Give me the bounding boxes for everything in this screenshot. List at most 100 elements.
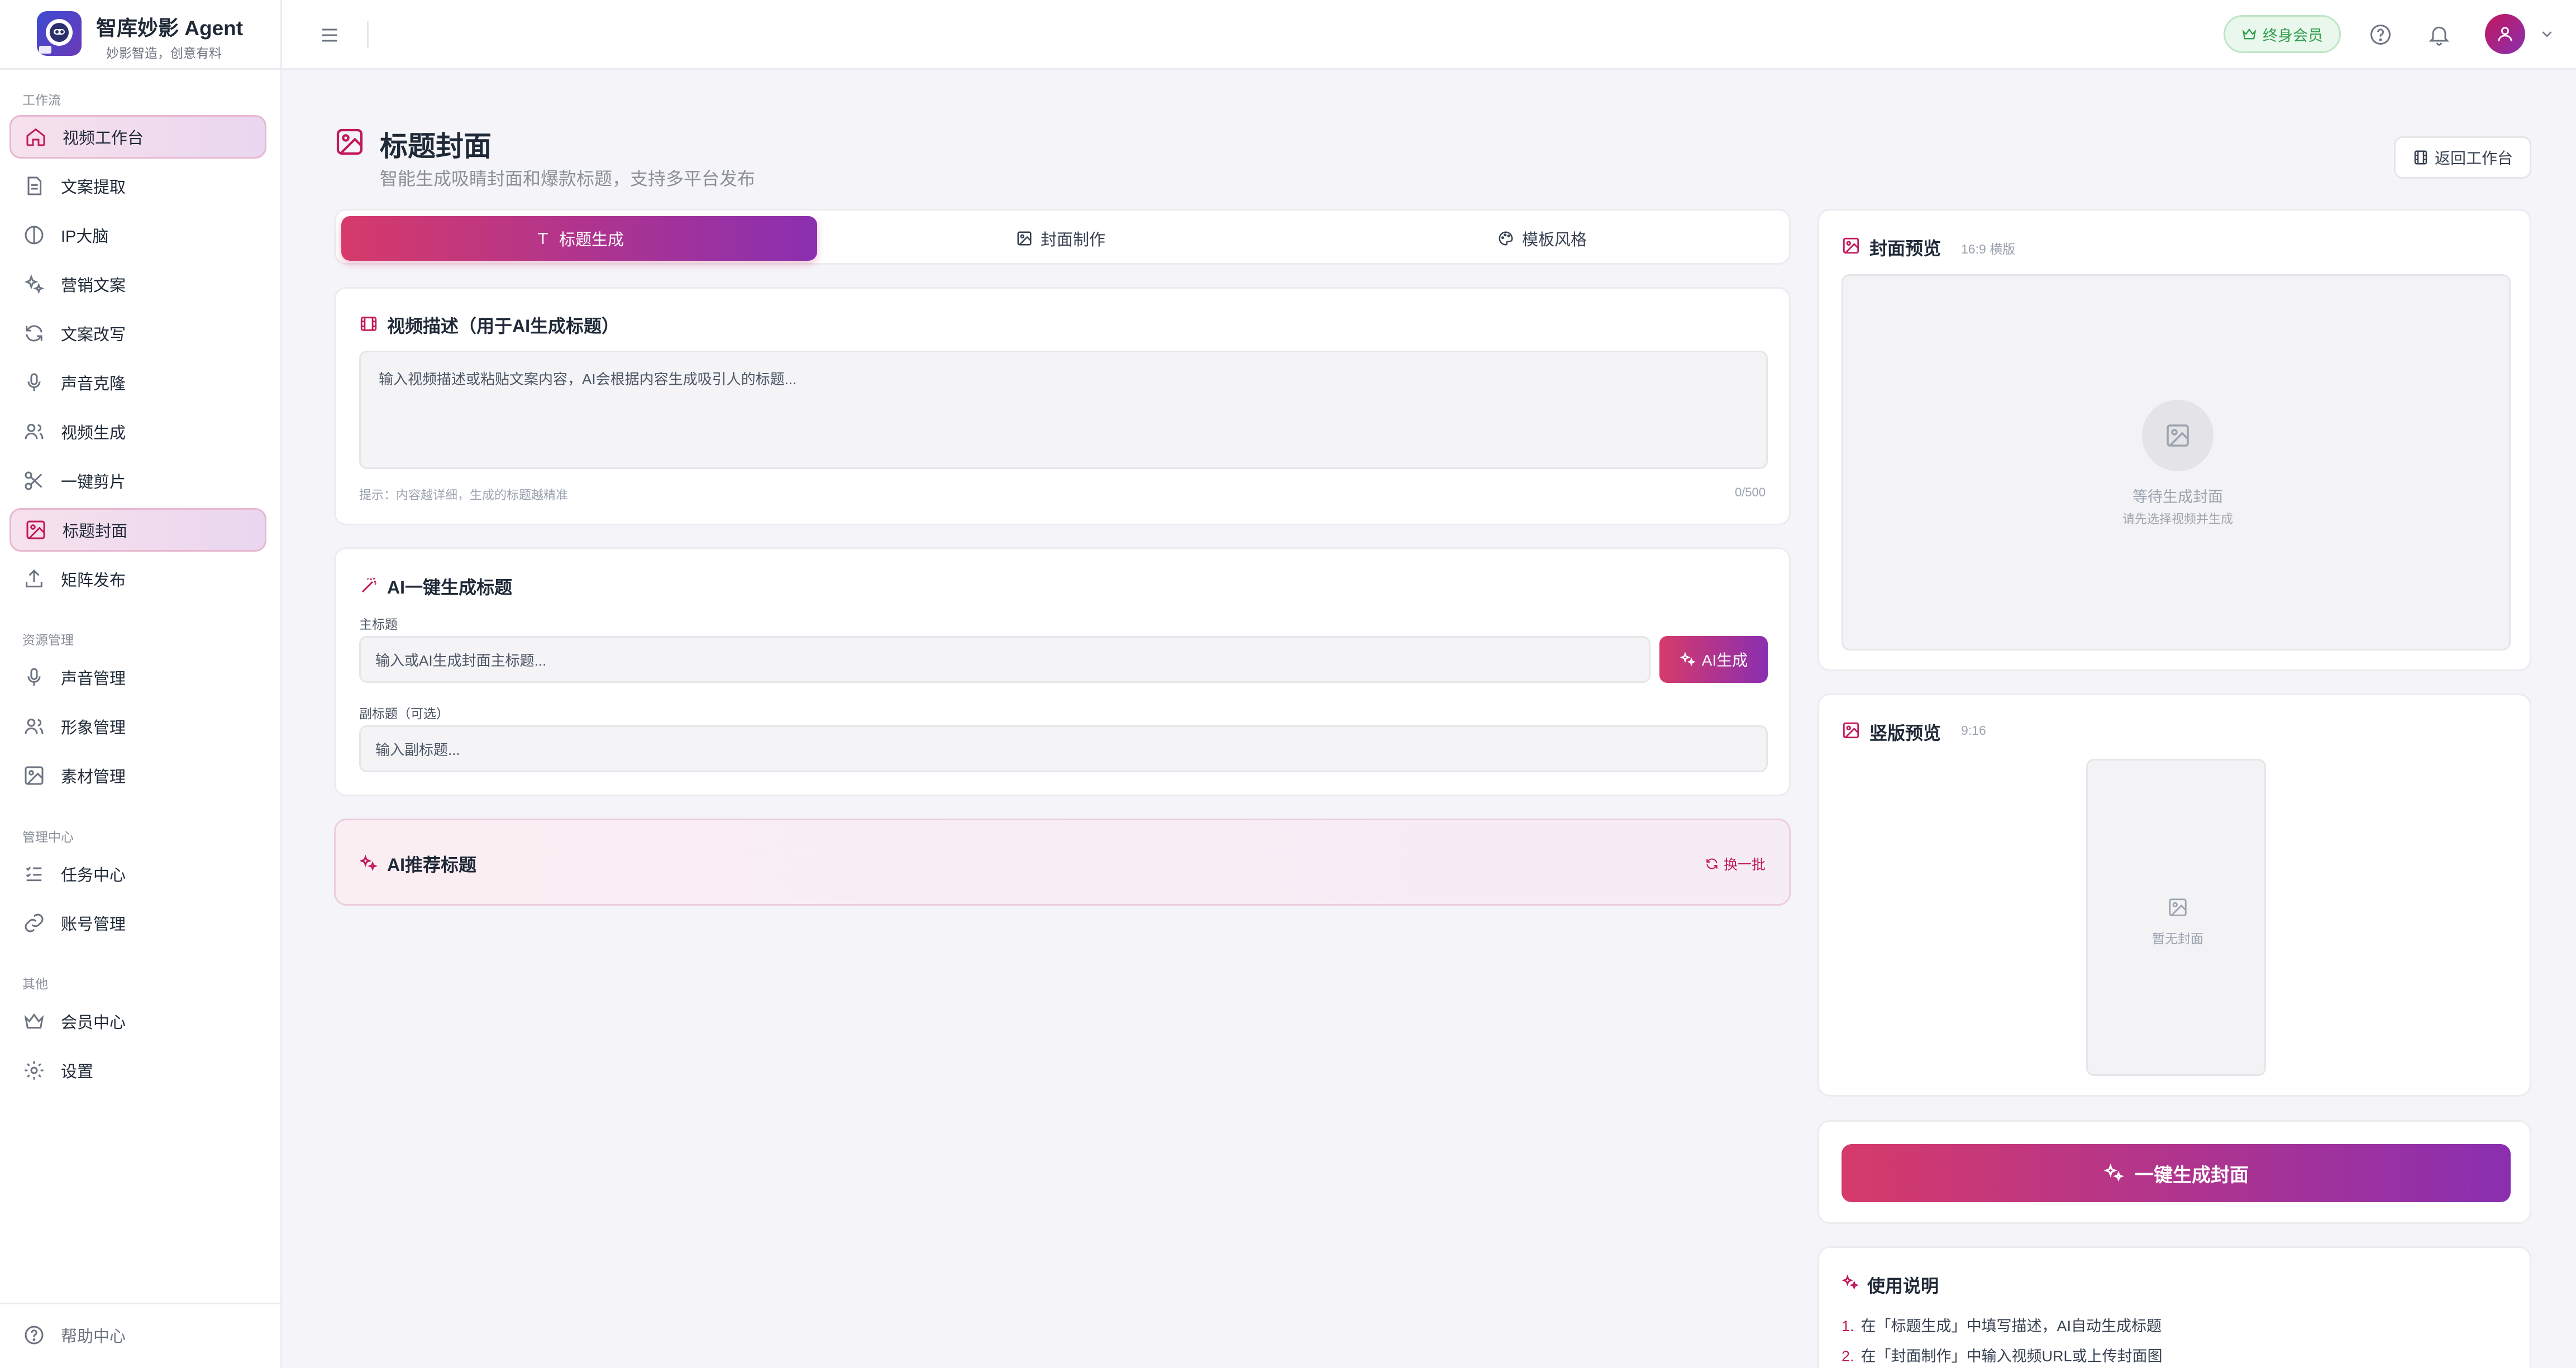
chevron-down-icon[interactable] (2539, 26, 2555, 42)
link-icon (25, 913, 44, 932)
sidebar-item-task-center[interactable]: 任务中心 (9, 852, 266, 896)
card-title: 封面预览 (1869, 238, 1941, 259)
sidebar-item-avatar-manage[interactable]: 形象管理 (9, 705, 266, 748)
page-title: 标题封面 (380, 131, 492, 162)
refresh-icon (1706, 858, 1718, 869)
sparkle-icon (1842, 1274, 1859, 1290)
sidebar-item-label: 任务中心 (61, 867, 126, 884)
textarea-placeholder: 输入视频描述或粘贴文案内容，AI会根据内容生成吸引人的标题... (379, 371, 797, 388)
sidebar-item-title-cover[interactable]: 标题封面 (9, 508, 266, 552)
sidebar-item-voice-manage[interactable]: 声音管理 (9, 656, 266, 699)
help-icon[interactable] (2368, 22, 2393, 47)
generate-cover-button[interactable]: 一键生成封面 (1842, 1144, 2511, 1202)
sidebar-item-video-workbench[interactable]: 视频工作台 (9, 115, 266, 159)
ai-recommend-card: AI推荐标题 换一批 (334, 819, 1791, 906)
instruction-number: 1. (1842, 1318, 1854, 1334)
sparkle-icon (24, 274, 45, 294)
waiting-text: 等待生成封面 (2133, 489, 2223, 505)
users-icon (25, 424, 44, 439)
ratio-tag: 16:9 横版 (1961, 242, 2016, 256)
main-title-input[interactable]: 输入或AI生成封面主标题... (359, 636, 1650, 683)
sidebar-item-label: IP大脑 (61, 228, 109, 246)
logo[interactable] (37, 11, 82, 56)
bell-icon[interactable] (2427, 22, 2451, 47)
sidebar-item-label: 标题封面 (63, 523, 128, 540)
image-icon (26, 520, 45, 539)
hint-text: 提示：内容越详细，生成的标题越精准 (359, 488, 569, 502)
help-center-link[interactable]: 帮助中心 (9, 1313, 266, 1357)
sidebar-item-account-manage[interactable]: 账号管理 (9, 901, 266, 945)
image-icon (1843, 722, 1859, 739)
avatar[interactable] (2485, 14, 2525, 54)
menu-icon[interactable] (318, 24, 341, 46)
char-count: 0/500 (1734, 485, 1766, 499)
section-label: 管理中心 (22, 830, 74, 844)
video-description-textarea[interactable]: 输入视频描述或粘贴文案内容，AI会根据内容生成吸引人的标题... (359, 351, 1768, 469)
sidebar-item-video-generate[interactable]: 视频生成 (9, 410, 266, 453)
refresh-batch-button[interactable]: 换一批 (1705, 854, 1766, 874)
sidebar-item-marketing-copy[interactable]: 营销文案 (9, 262, 266, 306)
page-subtitle: 智能生成吸睛封面和爆款标题，支持多平台发布 (380, 169, 756, 189)
image-icon (2169, 898, 2187, 916)
card-title: 使用说明 (1867, 1276, 1939, 1296)
waiting-hint: 请先选择视频并生成 (2122, 512, 2233, 526)
member-badge[interactable]: 终身会员 (2224, 15, 2341, 53)
sidebar-item-voice-clone[interactable]: 声音克隆 (9, 361, 266, 404)
topbar: 终身会员 (282, 0, 2576, 70)
sidebar-item-copy-extract[interactable]: 文案提取 (9, 164, 266, 208)
sidebar-item-label: 文案改写 (61, 326, 126, 344)
film-icon (360, 317, 377, 331)
brain-icon (25, 226, 44, 245)
ai-generate-label: AI生成 (1701, 652, 1748, 669)
sidebar-item-material-manage[interactable]: 素材管理 (9, 754, 266, 797)
checklist-icon (26, 867, 42, 882)
sub-title-label: 副标题（可选） (359, 706, 449, 721)
document-icon (27, 176, 42, 195)
help-footer: 帮助中心 (0, 1303, 282, 1368)
sidebar-item-member-center[interactable]: 会员中心 (9, 999, 266, 1043)
help-center-label: 帮助中心 (61, 1328, 126, 1346)
text-icon (538, 233, 548, 244)
sidebar-item-label: 营销文案 (61, 277, 126, 295)
sidebar-item-label: 视频工作台 (63, 130, 144, 147)
instruction-text: 在「封面制作」中输入视频URL或上传封面图 (1861, 1348, 2163, 1365)
sidebar-item-label: 文案提取 (61, 179, 126, 197)
section-label: 资源管理 (22, 633, 74, 647)
refresh-icon (26, 325, 42, 342)
instruction-number: 2. (1842, 1348, 1854, 1365)
sidebar-item-copy-rewrite[interactable]: 文案改写 (9, 312, 266, 355)
brand-subtitle: 妙影智造，创意有料 (106, 46, 222, 60)
sidebar-item-label: 素材管理 (61, 768, 126, 786)
cover-preview-card: 封面预览 16:9 横版 等待生成封面 请先选择视频并生成 (1817, 209, 2531, 671)
tab-title-generate[interactable]: 标题生成 (341, 216, 817, 261)
image-icon (2167, 424, 2189, 447)
tab-template-style[interactable]: 模板风格 (1304, 216, 1780, 261)
sidebar-item-label: 矩阵发布 (61, 572, 126, 590)
video-description-card: 视频描述（用于AI生成标题） 输入视频描述或粘贴文案内容，AI会根据内容生成吸引… (334, 287, 1791, 525)
sidebar-item-matrix-publish[interactable]: 矩阵发布 (9, 557, 266, 601)
instruction-item: 2. 在「封面制作」中输入视频URL或上传封面图 (1842, 1344, 2163, 1366)
sidebar-item-ip-brain[interactable]: IP大脑 (9, 213, 266, 257)
help-circle-icon (25, 1326, 44, 1345)
tab-label: 标题生成 (559, 231, 624, 249)
back-to-workbench-button[interactable]: 返回工作台 (2394, 136, 2531, 179)
ai-generate-button[interactable]: AI生成 (1659, 636, 1768, 683)
crown-icon (2242, 28, 2257, 40)
main-title-label: 主标题 (359, 617, 398, 632)
sidebar-item-label: 声音克隆 (61, 375, 126, 393)
sub-title-input[interactable]: 输入副标题... (359, 725, 1768, 772)
sidebar-item-label: 视频生成 (61, 424, 126, 442)
sidebar: 智库妙影 Agent 妙影智造，创意有料 工作流 视频工作台 文案提取 IP大脑… (0, 0, 282, 1368)
scissors-icon (25, 471, 42, 490)
card-title: AI推荐标题 (387, 855, 477, 875)
sidebar-item-label: 会员中心 (61, 1014, 126, 1032)
user-icon (2498, 27, 2512, 41)
image-icon (336, 128, 363, 155)
gear-icon (25, 1061, 44, 1080)
tab-cover-make[interactable]: 封面制作 (823, 216, 1299, 261)
sidebar-item-settings[interactable]: 设置 (9, 1049, 266, 1092)
sparkle-icon (1680, 652, 1696, 667)
sidebar-item-one-click-cut[interactable]: 一键剪片 (9, 459, 266, 503)
ai-title-card: AI一键生成标题 主标题 输入或AI生成封面主标题... AI生成 副标题（可选… (334, 547, 1791, 796)
instruction-item: 1. 在「标题生成」中填写描述，AI自动生成标题 (1842, 1314, 2162, 1336)
